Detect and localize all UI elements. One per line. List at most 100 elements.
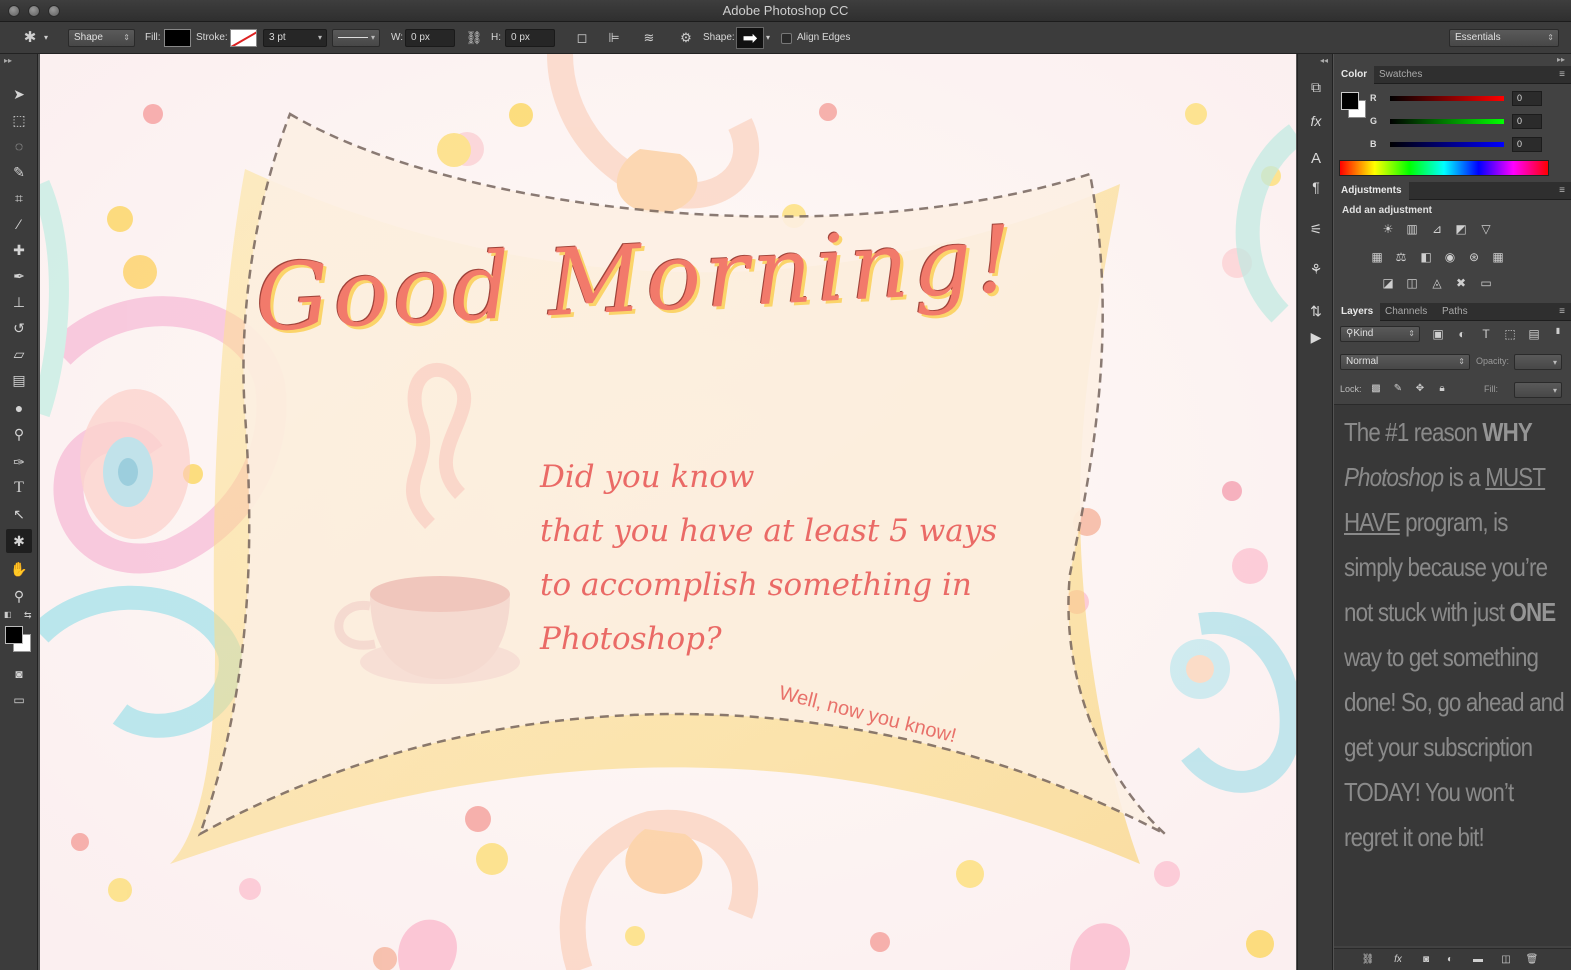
color-panel-menu-icon[interactable]: ≡: [1559, 69, 1565, 80]
opacity-field[interactable]: ▾: [1514, 354, 1562, 370]
brush-tool-icon[interactable]: ✒: [6, 264, 32, 288]
height-field[interactable]: 0 px: [505, 29, 555, 47]
tab-channels[interactable]: Channels: [1378, 303, 1434, 321]
path-alignment-icon[interactable]: ⊫: [604, 28, 624, 48]
tab-adjustments[interactable]: Adjustments: [1334, 182, 1409, 200]
gear-icon[interactable]: ⚙: [676, 28, 696, 48]
filter-type-icon[interactable]: T: [1478, 327, 1494, 341]
levels-icon[interactable]: ▥: [1404, 222, 1420, 236]
new-layer-icon[interactable]: ◫: [1498, 953, 1514, 967]
tab-layers[interactable]: Layers: [1334, 303, 1381, 321]
tool-preset-dropdown-icon[interactable]: ▾: [40, 28, 52, 48]
delete-layer-icon[interactable]: 🗑︎: [1524, 953, 1540, 967]
blend-mode-select[interactable]: Normal ⇕: [1340, 354, 1470, 370]
history-panel-icon[interactable]: ⧉: [1305, 76, 1327, 98]
screen-mode-icon[interactable]: ▭: [6, 688, 32, 712]
document-canvas[interactable]: Good Morning! Did you know that you have…: [40, 54, 1296, 970]
play-action-icon[interactable]: ▶: [1305, 326, 1327, 348]
path-arrangement-icon[interactable]: ≋: [639, 28, 659, 48]
brightness-contrast-icon[interactable]: ☀: [1380, 222, 1396, 236]
color-lookup-icon[interactable]: ▦: [1490, 250, 1506, 264]
stroke-swatch[interactable]: [230, 29, 257, 47]
eraser-tool-icon[interactable]: ▱: [6, 342, 32, 366]
lock-position-icon[interactable]: ✥: [1412, 382, 1428, 396]
custom-shape-tool-icon[interactable]: ✱: [6, 529, 32, 553]
lock-all-icon[interactable]: 🔒︎: [1434, 382, 1450, 396]
path-selection-tool-icon[interactable]: ↖: [6, 502, 32, 526]
shape-picker-dropdown-icon[interactable]: ▾: [763, 28, 773, 48]
styles-panel-icon[interactable]: fx: [1305, 110, 1327, 132]
stroke-type-select[interactable]: ▾: [332, 29, 380, 47]
red-value-field[interactable]: 0: [1512, 91, 1542, 106]
crop-tool-icon[interactable]: ⌗: [6, 186, 32, 210]
stroke-width-field[interactable]: 3 pt ▾: [263, 29, 327, 47]
character-panel-icon[interactable]: A: [1305, 148, 1327, 170]
quick-selection-tool-icon[interactable]: ✎: [6, 160, 32, 184]
quick-mask-icon[interactable]: ◙: [6, 662, 32, 686]
new-group-icon[interactable]: ▬: [1470, 953, 1486, 967]
color-balance-icon[interactable]: ⚖: [1393, 250, 1409, 264]
clone-stamp-tool-icon[interactable]: ⊥: [6, 290, 32, 314]
green-slider[interactable]: [1390, 119, 1504, 124]
filter-pixel-icon[interactable]: ▣: [1430, 327, 1446, 341]
actions-panel-icon[interactable]: ⇅: [1305, 300, 1327, 322]
fill-swatch[interactable]: [164, 29, 191, 47]
collapse-tools-icon[interactable]: ▸▸: [4, 56, 12, 65]
red-slider[interactable]: [1390, 96, 1504, 101]
blur-tool-icon[interactable]: ●: [6, 396, 32, 420]
new-adjustment-layer-icon[interactable]: ◐: [1442, 953, 1458, 967]
selective-color-icon[interactable]: ✖: [1453, 276, 1469, 290]
lock-transparent-icon[interactable]: ▩: [1368, 382, 1384, 396]
width-field[interactable]: 0 px: [405, 29, 455, 47]
properties-panel-icon[interactable]: ⚟: [1305, 218, 1327, 240]
custom-shape-tool-preset-icon[interactable]: ✱: [20, 28, 40, 48]
adjustments-panel-menu-icon[interactable]: ≡: [1559, 185, 1565, 196]
blue-slider[interactable]: [1390, 142, 1504, 147]
pen-tool-icon[interactable]: ✑: [6, 450, 32, 474]
paragraph-panel-icon[interactable]: ¶: [1305, 176, 1327, 198]
threshold-icon[interactable]: ◬: [1429, 276, 1445, 290]
invert-icon[interactable]: ◪: [1380, 276, 1396, 290]
layer-filter-kind-select[interactable]: ⚲Kind ⇕: [1340, 326, 1420, 342]
collapse-dock-icon[interactable]: ◂◂: [1320, 56, 1328, 65]
swap-colors-icon[interactable]: ⇆: [24, 610, 32, 621]
brush-presets-panel-icon[interactable]: ⚘: [1305, 258, 1327, 280]
tool-mode-select[interactable]: Shape ⇕: [68, 29, 135, 47]
color-spectrum-ramp[interactable]: [1339, 160, 1549, 176]
filter-smart-object-icon[interactable]: ▤: [1526, 327, 1542, 341]
eyedropper-tool-icon[interactable]: ⁄: [6, 212, 32, 236]
tab-swatches[interactable]: Swatches: [1372, 66, 1429, 84]
zoom-tool-icon[interactable]: ⚲: [6, 584, 32, 608]
collapse-panels-icon[interactable]: ▸▸: [1557, 55, 1565, 64]
add-mask-icon[interactable]: ◙: [1418, 953, 1434, 967]
link-icon[interactable]: ⛓: [464, 28, 484, 48]
type-tool-icon[interactable]: T: [6, 476, 32, 500]
blue-value-field[interactable]: 0: [1512, 137, 1542, 152]
link-layers-icon[interactable]: ⛓: [1360, 953, 1376, 967]
green-value-field[interactable]: 0: [1512, 114, 1542, 129]
posterize-icon[interactable]: ◫: [1404, 276, 1420, 290]
lock-image-icon[interactable]: ✎: [1390, 382, 1406, 396]
gradient-map-icon[interactable]: ▭: [1478, 276, 1494, 290]
layers-panel-menu-icon[interactable]: ≡: [1559, 306, 1565, 317]
move-tool-icon[interactable]: ➤: [6, 82, 32, 106]
filter-adjustment-icon[interactable]: ◐: [1454, 327, 1470, 341]
filter-shape-icon[interactable]: ⬚: [1502, 327, 1518, 341]
vibrance-icon[interactable]: ▽: [1478, 222, 1494, 236]
gradient-tool-icon[interactable]: ▤: [6, 368, 32, 392]
channel-mixer-icon[interactable]: ⊛: [1466, 250, 1482, 264]
hue-saturation-icon[interactable]: ▦: [1369, 250, 1385, 264]
path-operations-icon[interactable]: ◻: [572, 28, 592, 48]
curves-icon[interactable]: ⊿: [1429, 222, 1445, 236]
filter-toggle-icon[interactable]: ▮: [1550, 324, 1566, 338]
workspace-select[interactable]: Essentials ⇕: [1449, 29, 1559, 47]
healing-brush-tool-icon[interactable]: ✚: [6, 238, 32, 262]
black-white-icon[interactable]: ◧: [1418, 250, 1434, 264]
marquee-tool-icon[interactable]: ⬚: [6, 108, 32, 132]
hand-tool-icon[interactable]: ✋: [6, 557, 32, 581]
shape-picker-arrow-icon[interactable]: ➡: [736, 27, 764, 49]
align-edges-checkbox[interactable]: [781, 33, 792, 44]
exposure-icon[interactable]: ◩: [1453, 222, 1469, 236]
lasso-tool-icon[interactable]: ◌: [6, 134, 32, 158]
history-brush-tool-icon[interactable]: ↺: [6, 316, 32, 340]
